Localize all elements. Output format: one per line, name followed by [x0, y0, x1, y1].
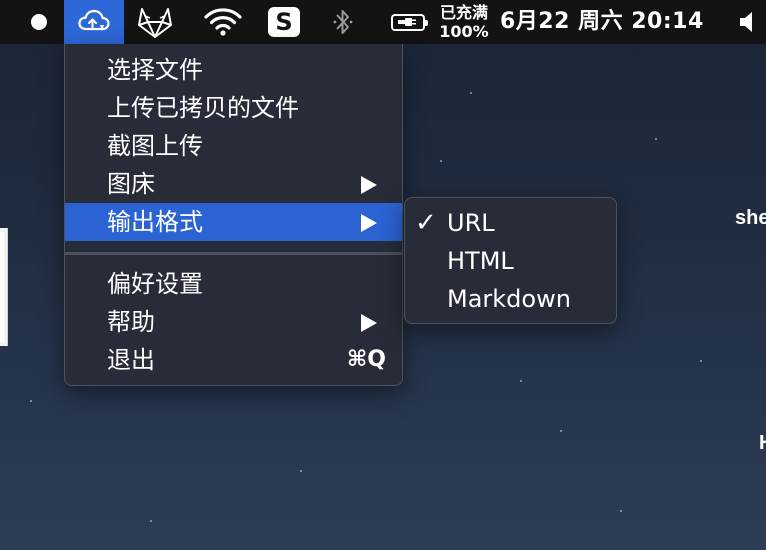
picgo-cloud-icon: [78, 9, 110, 31]
submenu-item-markdown[interactable]: Markdown: [405, 280, 616, 318]
battery-status-text[interactable]: 已充满 100%: [434, 3, 494, 41]
battery-charging-icon: [391, 13, 428, 31]
menu-item-label: 截图上传: [107, 132, 203, 160]
menu-item-label: 帮助: [107, 308, 155, 336]
wifi-menu-item[interactable]: [198, 0, 248, 44]
menu-item-label: 选择文件: [107, 56, 203, 84]
submenu-item-url[interactable]: ✓ URL: [405, 204, 616, 242]
submenu-arrow-icon: [361, 176, 377, 194]
star: [655, 138, 657, 140]
sogou-input-menu-item[interactable]: S: [264, 0, 304, 44]
star: [560, 430, 562, 432]
menu-item-choose-file[interactable]: 选择文件: [65, 51, 402, 89]
volume-menu-item[interactable]: [734, 0, 764, 44]
battery-percent-label: 100%: [439, 22, 489, 41]
menu-item-preferences[interactable]: 偏好设置: [65, 265, 402, 303]
menu-item-label: 输出格式: [107, 208, 203, 236]
menu-item-help[interactable]: 帮助: [65, 303, 402, 341]
star: [30, 400, 32, 402]
menu-item-upload-copied-file[interactable]: 上传已拷贝的文件: [65, 89, 402, 127]
star: [620, 510, 622, 512]
submenu-item-label: URL: [447, 209, 495, 237]
menu-item-screenshot-upload[interactable]: 截图上传: [65, 127, 402, 165]
picgo-dropdown-menu: 选择文件 上传已拷贝的文件 截图上传 图床 输出格式 偏好设置 帮助 退出 ⌘Q: [64, 44, 403, 386]
background-window-text: she: [735, 207, 766, 229]
submenu-item-html[interactable]: HTML: [405, 242, 616, 280]
menubar-clock[interactable]: 6月22 周六 20:14: [500, 0, 704, 44]
menu-item-image-host[interactable]: 图床: [65, 165, 402, 203]
star: [520, 380, 522, 382]
menu-item-label: 偏好设置: [107, 270, 203, 298]
picgo-menu-item[interactable]: [64, 0, 124, 44]
star: [300, 470, 302, 472]
submenu-item-label: HTML: [447, 247, 514, 275]
background-window-text: H: [759, 432, 766, 455]
submenu-item-label: Markdown: [447, 285, 571, 313]
record-status-item[interactable]: [27, 0, 51, 44]
menu-item-label: 退出: [107, 346, 155, 374]
gitlab-fox-icon: [138, 8, 172, 38]
volume-icon: [740, 12, 752, 32]
sogou-icon: S: [268, 7, 300, 37]
record-icon: [31, 14, 47, 30]
background-window-edge[interactable]: [0, 228, 8, 346]
menu-item-quit[interactable]: 退出 ⌘Q: [65, 341, 402, 379]
gitlab-menu-item[interactable]: [134, 0, 176, 44]
bluetooth-icon: [333, 10, 353, 34]
sogou-icon-glyph: S: [275, 8, 293, 36]
menu-item-label: 图床: [107, 170, 155, 198]
menu-separator: [65, 252, 402, 255]
submenu-arrow-icon: [361, 314, 377, 332]
background-window-content: [0, 232, 4, 342]
menu-item-output-format[interactable]: 输出格式: [65, 203, 402, 241]
wifi-icon: [204, 8, 242, 36]
plug-icon: [398, 18, 416, 26]
submenu-arrow-icon: [361, 214, 377, 232]
output-format-submenu: ✓ URL HTML Markdown: [404, 197, 617, 324]
menu-item-label: 上传已拷贝的文件: [107, 94, 299, 122]
battery-menu-item[interactable]: [388, 0, 428, 44]
star: [150, 520, 152, 522]
battery-status-label: 已充满: [439, 3, 488, 22]
bluetooth-menu-item[interactable]: [326, 0, 360, 44]
menu-bar: S 已充满 100% 6月22 周六 20:14: [0, 0, 766, 44]
star: [470, 92, 472, 94]
star: [440, 160, 442, 162]
star: [700, 360, 702, 362]
quit-shortcut: ⌘Q: [346, 347, 386, 372]
checkmark-icon: ✓: [415, 208, 437, 238]
